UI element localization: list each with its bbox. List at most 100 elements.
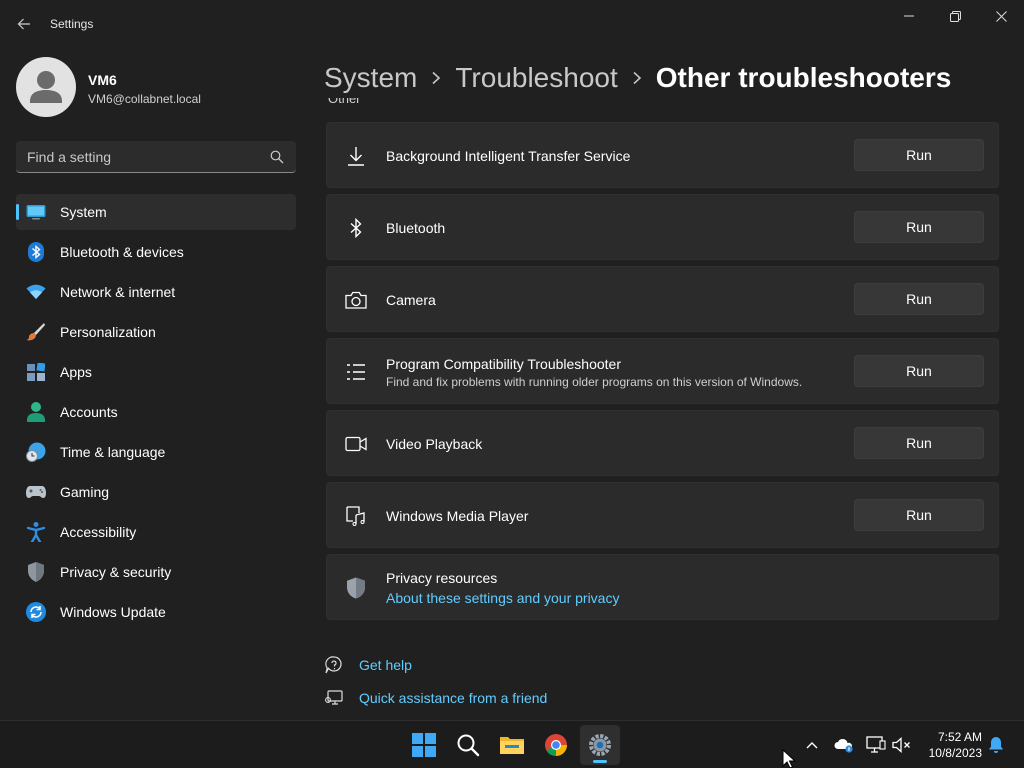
sidebar-item-label: System [60,204,107,220]
troubleshooter-card-program-compat: Program Compatibility Troubleshooter Fin… [326,338,999,404]
sidebar-item-apps[interactable]: Apps [16,354,296,390]
troubleshooter-card-video-playback: Video Playback Run [326,410,999,476]
troubleshooter-title: Background Intelligent Transfer Service [386,148,631,164]
minimize-button[interactable] [886,4,932,28]
onedrive-tray-button[interactable] [834,735,854,755]
troubleshooter-title: Program Compatibility Troubleshooter [386,356,621,372]
notifications-button[interactable] [986,735,1006,755]
chrome-button[interactable] [536,725,576,765]
settings-icon [589,734,611,756]
restore-icon [949,10,961,22]
network-tray-button[interactable] [866,735,886,755]
bell-icon [989,737,1003,753]
user-email: VM6@collabnet.local [88,92,201,106]
run-button-video-playback[interactable]: Run [854,427,984,459]
sidebar-item-label: Personalization [60,324,156,340]
user-avatar-icon [30,71,62,103]
close-icon [995,10,1007,22]
sidebar-item-label: Windows Update [60,604,166,620]
sidebar-item-label: Network & internet [60,284,176,300]
sidebar-item-network[interactable]: Network & internet [16,274,296,310]
bluetooth-icon [345,217,367,239]
troubleshooter-title: Bluetooth [386,220,446,236]
sidebar-item-accounts[interactable]: Accounts [16,394,296,430]
sidebar-item-system[interactable]: System [16,194,296,230]
sidebar-item-personalization[interactable]: Personalization [16,314,296,350]
get-help-link[interactable]: Get help [324,655,412,675]
search-box [16,141,296,173]
restore-button[interactable] [932,4,978,28]
show-hidden-icons-button[interactable] [802,735,822,755]
sidebar-item-privacy-security[interactable]: Privacy & security [16,554,296,590]
quick-assist-label: Quick assistance from a friend [359,690,548,706]
troubleshooter-card-camera: Camera Run [326,266,999,332]
sidebar-item-gaming[interactable]: Gaming [16,474,296,510]
chevron-right-icon [431,71,441,85]
video-icon [345,433,367,455]
volume-muted-icon [892,737,910,753]
title-bar: Settings [0,0,1024,48]
close-button[interactable] [978,4,1024,28]
troubleshooter-title: Windows Media Player [386,508,529,524]
avatar[interactable] [16,57,76,117]
shield-icon [26,562,46,582]
sidebar-item-label: Privacy & security [60,564,172,580]
active-app-indicator [593,760,607,763]
sidebar-item-time-language[interactable]: Time & language [16,434,296,470]
file-explorer-icon [500,737,524,754]
breadcrumb: System Troubleshoot Other troubleshooter… [324,58,951,98]
wifi-icon [26,282,46,302]
minimize-icon [904,15,914,17]
run-button-bluetooth[interactable]: Run [854,211,984,243]
section-label: Other [328,98,361,106]
back-arrow-icon [17,18,30,30]
sidebar-item-windows-update[interactable]: Windows Update [16,594,296,630]
taskbar: 7:52 AM 10/8/2023 [0,720,1024,768]
troubleshooter-description: Find and fix problems with running older… [386,375,803,389]
clock-time: 7:52 AM [937,730,982,744]
brush-icon [26,322,46,342]
settings-taskbar-button[interactable] [580,725,620,765]
volume-tray-button[interactable] [892,735,912,755]
taskbar-search-button[interactable] [448,725,488,765]
search-input[interactable] [16,141,266,172]
troubleshooter-title: Video Playback [386,436,483,452]
media-player-icon [345,505,367,527]
cloud-icon [834,738,853,753]
troubleshooter-card-media-player: Windows Media Player Run [326,482,999,548]
privacy-title: Privacy resources [386,570,498,586]
list-icon [345,361,367,383]
breadcrumb-troubleshoot[interactable]: Troubleshoot [455,62,617,94]
start-button[interactable] [404,725,444,765]
apps-icon [26,362,46,382]
run-button-program-compat[interactable]: Run [854,355,984,387]
sidebar-item-label: Accessibility [60,524,137,540]
taskbar-clock[interactable]: 7:52 AM 10/8/2023 [929,729,982,761]
sidebar-item-accessibility[interactable]: Accessibility [16,514,296,550]
privacy-link[interactable]: About these settings and your privacy [386,590,619,606]
quick-assist-icon [324,688,344,708]
run-button-media-player[interactable]: Run [854,499,984,531]
app-title: Settings [50,17,94,31]
clock-date: 10/8/2023 [928,746,982,760]
sidebar-item-bluetooth-devices[interactable]: Bluetooth & devices [16,234,296,270]
sidebar-item-label: Accounts [60,404,118,420]
quick-assist-link[interactable]: Quick assistance from a friend [324,688,547,708]
back-button[interactable] [12,12,36,36]
windows-update-icon [26,602,46,622]
troubleshooter-card-bits: Background Intelligent Transfer Service … [326,122,999,188]
file-explorer-button[interactable] [492,725,532,765]
bluetooth-devices-icon [26,242,46,262]
user-name: VM6 [88,72,117,88]
run-button-bits[interactable]: Run [854,139,984,171]
search-icon [270,150,284,164]
page-title: Other troubleshooters [655,62,952,93]
breadcrumb-system[interactable]: System [324,62,417,94]
system-icon [26,202,46,222]
sidebar-item-label: Gaming [60,484,110,500]
help-chat-icon [324,655,344,675]
camera-icon [345,289,367,311]
time-language-icon [26,442,46,462]
run-button-camera[interactable]: Run [854,283,984,315]
troubleshooter-card-bluetooth: Bluetooth Run [326,194,999,260]
